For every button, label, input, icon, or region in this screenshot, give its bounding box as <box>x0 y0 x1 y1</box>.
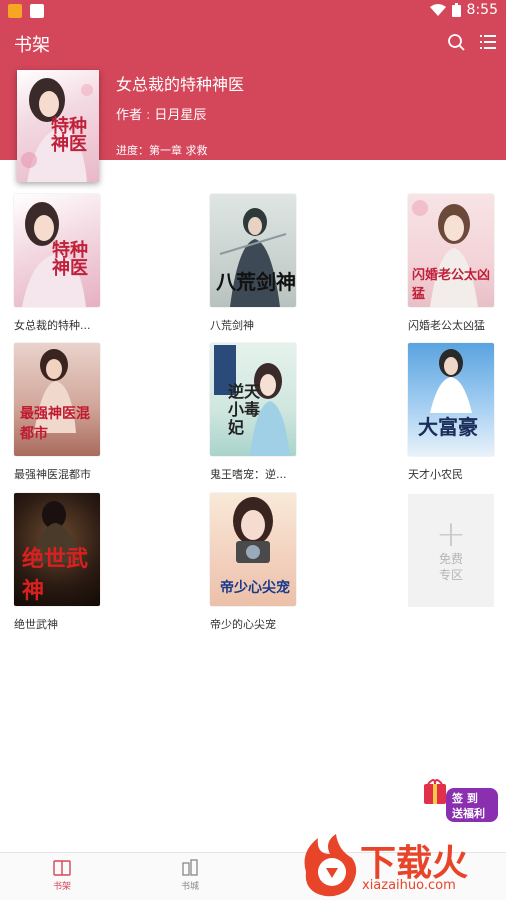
notification-app-icon-2 <box>30 4 44 18</box>
bookshelf-icon <box>53 860 71 876</box>
reading-progress: 进度：第一章 求救 <box>116 144 208 157</box>
cover-title: 八荒剑神 <box>216 270 296 294</box>
book-title: 女总裁的特种... <box>14 319 91 332</box>
cover-art: 特种神医 <box>17 70 99 182</box>
nav-bookshelf[interactable]: 书架 <box>32 859 92 892</box>
cover-title: 最强神医混都市 <box>20 406 90 442</box>
cover-title: 特种神医 <box>51 116 87 155</box>
bookstore-icon <box>182 859 198 876</box>
book-cover: 特种神医 <box>14 194 100 307</box>
author-label: 作者 <box>116 108 143 123</box>
current-book-cover[interactable]: 特种神医 <box>17 70 99 182</box>
promo-line-2: 送福利 <box>452 807 485 820</box>
book-title: 绝世武神 <box>14 618 58 631</box>
page-title: 书架 <box>14 35 50 56</box>
book-title: 天才小农民 <box>408 468 463 481</box>
list-menu-icon[interactable] <box>476 30 500 54</box>
cover-title: 帝少心尖宠 <box>220 580 290 596</box>
book-item[interactable]: 绝世武神 绝世武神 <box>14 493 100 632</box>
cover-title: 闪婚老公太凶猛 <box>412 268 491 302</box>
search-icon[interactable] <box>444 30 468 54</box>
nav-bookstore[interactable]: 书城 <box>160 859 220 892</box>
plus-icon: + <box>435 513 467 555</box>
book-cover: 八荒剑神 <box>210 194 296 307</box>
author-name: 日月星辰 <box>154 108 207 123</box>
watermark-url: xiazaihuo.com <box>362 878 456 893</box>
book-item[interactable]: 八荒剑神 八荒剑神 <box>210 194 296 333</box>
book-title: 八荒剑神 <box>210 319 254 332</box>
book-cover: 逆天小毒妃 <box>210 343 296 456</box>
book-item[interactable]: 逆天小毒妃 鬼王嗜宠：逆... <box>210 343 296 482</box>
nav-label: 书城 <box>180 882 199 892</box>
book-cover: 闪婚老公太凶猛 <box>408 194 494 307</box>
book-cover: 帝少心尖宠 <box>210 493 296 606</box>
book-item[interactable]: 最强神医混都市 最强神医混都市 <box>14 343 100 482</box>
wifi-icon <box>429 4 446 16</box>
book-title: 鬼王嗜宠：逆... <box>210 468 287 481</box>
cover-title: 绝世武神 <box>22 546 89 604</box>
status-time: 8:55 <box>466 2 498 18</box>
battery-icon <box>451 3 461 17</box>
book-cover: 最强神医混都市 <box>14 343 100 456</box>
book-item[interactable]: 闪婚老公太凶猛 闪婚老公太凶猛 <box>408 194 494 333</box>
book-title: 最强神医混都市 <box>14 468 91 481</box>
cover-title: 逆天小毒妃 <box>228 382 261 437</box>
book-item[interactable]: 大富豪 天才小农民 <box>408 343 494 482</box>
book-cover: 绝世武神 <box>14 493 100 606</box>
sign-in-promo[interactable]: 签 到 送福利 <box>424 778 500 824</box>
nav-label: 书架 <box>52 882 71 892</box>
watermark: 下载火 xiazaihuo.com <box>296 832 502 900</box>
flame-logo-icon <box>304 834 357 897</box>
book-title: 闪婚老公太凶猛 <box>408 319 485 332</box>
cover-title: 特种神医 <box>52 240 88 279</box>
free-zone-label: 免费专区 <box>438 551 463 582</box>
promo-line-1: 签 到 <box>452 792 478 805</box>
author-separator: : <box>146 108 151 123</box>
app-bar: 书架 <box>0 22 506 62</box>
free-zone-button[interactable]: + 免费专区 <box>408 494 494 607</box>
notification-app-icon <box>8 4 22 18</box>
book-cover: 大富豪 <box>408 343 494 456</box>
book-title: 帝少的心尖宠 <box>210 618 276 631</box>
current-book-author: 作者: 日月星辰 <box>116 104 206 123</box>
book-item[interactable]: 特种神医 女总裁的特种... <box>14 194 100 333</box>
status-bar: 8:55 <box>0 0 506 22</box>
book-item[interactable]: 帝少心尖宠 帝少的心尖宠 <box>210 493 296 632</box>
cover-title: 大富豪 <box>418 415 478 439</box>
current-book-title[interactable]: 女总裁的特种神医 <box>116 71 244 95</box>
